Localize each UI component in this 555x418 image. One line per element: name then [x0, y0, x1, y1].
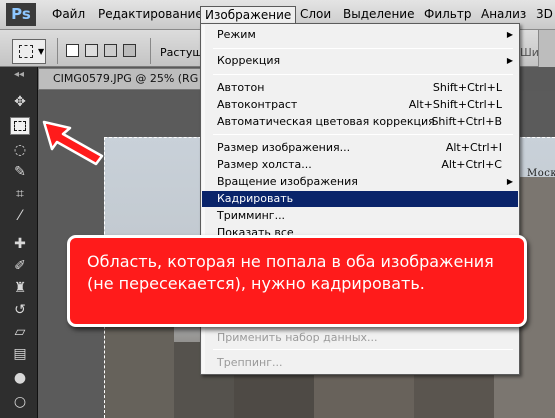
menu-item-shortcut: Shift+Ctrl+L — [432, 81, 502, 94]
callout-line-2: (не пересекается), нужно кадрировать. — [87, 274, 425, 293]
menu-item-auto-contrast[interactable]: Автоконтраст Alt+Shift+Ctrl+L — [202, 97, 518, 113]
menu-item-adjustments[interactable]: Коррекция ▶ — [202, 53, 518, 69]
building-sign-text: Моск — [527, 168, 555, 179]
move-tool-icon[interactable]: ✥ — [10, 93, 30, 111]
red-arrow-icon — [42, 120, 104, 166]
menu-item-label: Автотон — [217, 81, 265, 94]
subtract-selection-mode-icon[interactable] — [104, 44, 117, 57]
options-divider — [150, 38, 151, 64]
menu-item-auto-color[interactable]: Автоматическая цветовая коррекция Shift+… — [202, 114, 518, 130]
menu-item-trap[interactable]: Треппинг... — [202, 355, 518, 371]
healing-brush-tool-icon[interactable]: ✚ — [10, 235, 30, 253]
menu-item-image-size[interactable]: Размер изображения... Alt+Ctrl+I — [202, 140, 518, 156]
gradient-tool-icon[interactable]: ▤ — [10, 345, 30, 363]
menu-item-label: Коррекция — [217, 54, 281, 67]
menu-separator — [213, 349, 513, 350]
new-selection-mode-icon[interactable] — [66, 44, 79, 57]
submenu-arrow-icon: ▶ — [506, 56, 513, 65]
menu-item-label: Размер изображения... — [217, 141, 351, 154]
menu-item-label: Применить набор данных... — [217, 331, 378, 344]
menu-item-label: Автоматическая цветовая коррекция — [217, 115, 435, 128]
history-brush-tool-icon[interactable]: ↺ — [10, 301, 30, 319]
menu-item-label: Тримминг... — [217, 209, 286, 222]
menu-item-label: Треппинг... — [217, 356, 283, 369]
chevron-down-icon: ▼ — [38, 47, 45, 56]
callout-line-1: Область, которая не попала в оба изображ… — [87, 252, 494, 271]
menu-separator — [213, 48, 513, 49]
menu-file[interactable]: Файл — [48, 6, 89, 25]
toolbox-collapse-icon[interactable]: ◂◂ — [4, 66, 34, 84]
menu-item-label: Автоконтраст — [217, 98, 298, 111]
menu-item-label: Вращение изображения — [217, 175, 358, 188]
eraser-tool-icon[interactable]: ▱ — [10, 323, 30, 341]
menu-separator — [213, 134, 513, 135]
brush-tool-icon[interactable]: ✐ — [10, 257, 30, 275]
options-divider — [57, 38, 58, 64]
blur-tool-icon[interactable]: ● — [10, 369, 30, 387]
intersect-selection-mode-icon[interactable] — [123, 44, 136, 57]
menu-item-shortcut: Alt+Shift+Ctrl+L — [408, 98, 502, 111]
clone-stamp-tool-icon[interactable]: ♜ — [10, 279, 30, 297]
menu-3d[interactable]: 3D — [532, 6, 555, 25]
document-tab[interactable]: CIMG0579.JPG @ 25% (RG — [38, 68, 203, 90]
rectangular-marquee-tool-icon[interactable] — [10, 117, 30, 135]
dodge-tool-icon[interactable]: ○ — [10, 393, 30, 411]
eyedropper-tool-icon[interactable]: ⁄ — [10, 207, 30, 225]
toolbox: ◂◂ ✥ ◌ ✎ ⌗ ⁄ ✚ ✐ ♜ ↺ ▱ ▤ ● ○ — [0, 67, 38, 418]
menu-item-auto-tone[interactable]: Автотон Shift+Ctrl+L — [202, 80, 518, 96]
menu-item-apply-data-set[interactable]: Применить набор данных... — [202, 330, 518, 346]
marquee-icon — [19, 45, 33, 58]
menu-item-shortcut: Alt+Ctrl+C — [441, 158, 502, 171]
tool-preset-picker[interactable]: ▼ — [12, 39, 46, 64]
menu-edit[interactable]: Редактирование — [94, 6, 207, 25]
submenu-arrow-icon: ▶ — [506, 30, 513, 39]
submenu-arrow-icon: ▶ — [506, 177, 513, 186]
menu-item-image-rotation[interactable]: Вращение изображения ▶ — [202, 174, 518, 190]
menu-item-shortcut: Alt+Ctrl+I — [445, 141, 502, 154]
lasso-tool-icon[interactable]: ◌ — [10, 141, 30, 159]
menu-item-shortcut: Shift+Ctrl+B — [431, 115, 502, 128]
photoshop-logo: Ps — [6, 3, 36, 26]
menu-item-label: Размер холста... — [217, 158, 312, 171]
menu-item-canvas-size[interactable]: Размер холста... Alt+Ctrl+C — [202, 157, 518, 173]
annotation-callout: Область, которая не попала в оба изображ… — [67, 235, 527, 327]
menu-separator — [213, 74, 513, 75]
menu-item-trim[interactable]: Тримминг... — [202, 208, 518, 224]
menu-item-label: Режим — [217, 28, 256, 41]
menu-item-mode[interactable]: Режим ▶ — [202, 27, 518, 43]
panel-collapse-strip[interactable] — [538, 30, 555, 67]
crop-tool-icon[interactable]: ⌗ — [10, 185, 30, 203]
add-selection-mode-icon[interactable] — [85, 44, 98, 57]
menu-item-crop[interactable]: Кадрировать — [202, 191, 518, 207]
quick-selection-tool-icon[interactable]: ✎ — [10, 163, 30, 181]
menu-item-label: Кадрировать — [217, 192, 294, 205]
